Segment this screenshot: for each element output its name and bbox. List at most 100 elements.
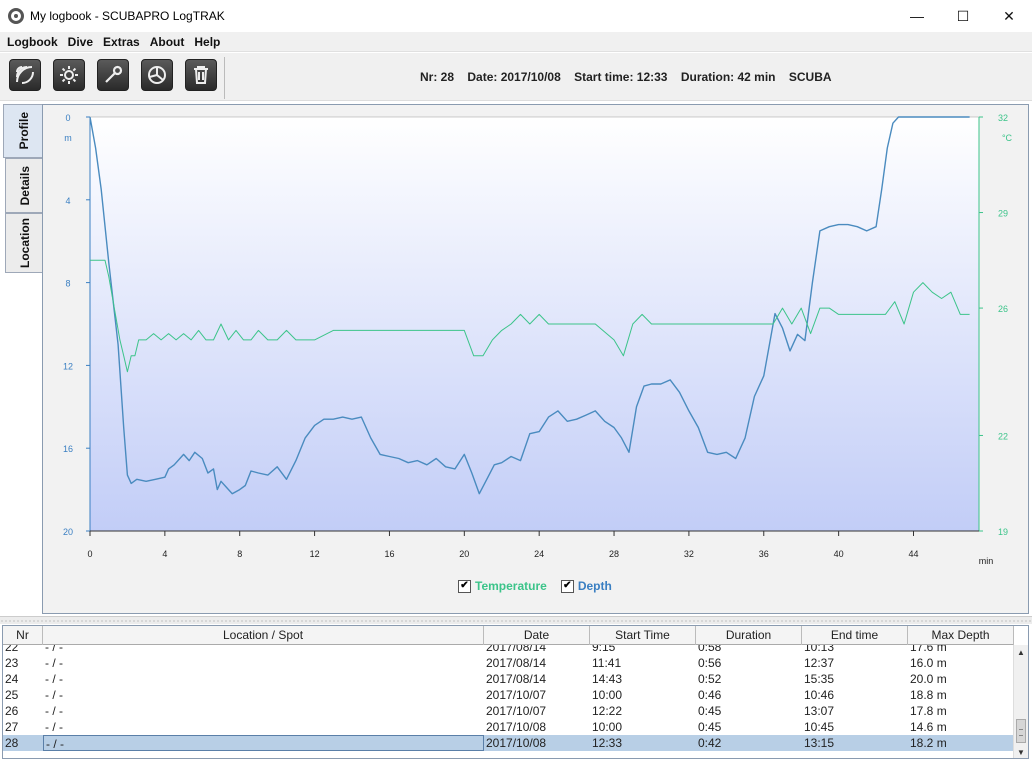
- cell-nr: 27: [5, 720, 19, 734]
- close-button[interactable]: ✕: [986, 0, 1032, 32]
- menu-help[interactable]: Help: [189, 35, 225, 49]
- cell-duration: 0:46: [698, 688, 722, 702]
- cell-nr: 28: [5, 736, 19, 750]
- temperature-checkbox[interactable]: ✔: [458, 579, 471, 593]
- table-row[interactable]: 27 - / - 2017/10/08 10:00 0:45 10:45 14.6 m: [3, 719, 1014, 735]
- menu-about[interactable]: About: [145, 35, 190, 49]
- cell-end-time: 10:46: [804, 688, 835, 702]
- cell-duration: 0:52: [698, 672, 722, 686]
- toolbar-separator: [224, 57, 225, 99]
- cell-start-time: 9:15: [592, 645, 616, 654]
- cell-location: - / -: [43, 735, 484, 751]
- depth-tick-label: 12: [63, 361, 73, 371]
- scroll-thumb[interactable]: [1016, 719, 1026, 743]
- cell-nr: 25: [5, 688, 19, 702]
- statistics-pie-icon: [148, 66, 166, 84]
- menu-logbook[interactable]: Logbook: [2, 35, 63, 49]
- temperature-tick-label: 19: [998, 527, 1008, 537]
- chart-legend: ✔ Temperature ✔ Depth: [458, 579, 612, 593]
- dive-info: Nr: 28 Date: 2017/10/08 Start time: 12:3…: [420, 70, 842, 84]
- tab-location[interactable]: Location: [5, 213, 43, 273]
- dive-list-table: Nr Location / Spot Date Start Time Durat…: [2, 625, 1029, 759]
- scroll-up-icon[interactable]: ▲: [1014, 645, 1028, 659]
- menu-dive[interactable]: Dive: [63, 35, 98, 49]
- table-body: 22 - / - 2017/08/14 9:15 0:58 10:13 17.6 m 23 - …: [3, 645, 1014, 758]
- toolbar: Nr: 28 Date: 2017/10/08 Start time: 12:3…: [0, 53, 1032, 101]
- time-tick-label: 20: [459, 549, 469, 559]
- table-row[interactable]: 24 - / - 2017/08/14 14:43 0:52 15:35 20.0 m: [3, 671, 1014, 687]
- cell-start-time: 12:22: [592, 704, 623, 718]
- temperature-tick-label: 29: [998, 209, 1008, 219]
- panel-splitter[interactable]: [0, 616, 1032, 624]
- time-tick-label: 28: [609, 549, 619, 559]
- download-dives-button[interactable]: [9, 59, 41, 91]
- cell-duration: 0:42: [698, 736, 722, 750]
- time-tick-label: 36: [759, 549, 769, 559]
- column-header-duration[interactable]: Duration: [696, 626, 802, 645]
- dive-type: SCUBA: [788, 70, 832, 84]
- cell-date: 2017/10/08: [486, 736, 547, 750]
- table-row[interactable]: 26 - / - 2017/10/07 12:22 0:45 13:07 17.8 m: [3, 703, 1014, 719]
- cell-duration: 0:45: [698, 704, 722, 718]
- dive-number: Nr: 28: [420, 70, 455, 84]
- column-header-start-time[interactable]: Start Time: [590, 626, 696, 645]
- legend-temperature: Temperature: [475, 579, 547, 593]
- table-row[interactable]: 28 - / -2017/10/08 12:33 0:42 13:15 18.2 m: [3, 735, 1014, 751]
- cell-location: - / -: [45, 656, 63, 670]
- plot-area: [89, 116, 980, 532]
- dive-start-time: Start time: 12:33: [574, 70, 668, 84]
- dive-duration: Duration: 42 min: [680, 70, 776, 84]
- settings-gear-icon: [60, 66, 78, 84]
- cell-max-depth: 17.6 m: [910, 645, 947, 654]
- column-header-nr[interactable]: Nr: [3, 626, 43, 645]
- scroll-down-icon[interactable]: ▼: [1014, 745, 1028, 758]
- cell-duration: 0:45: [698, 720, 722, 734]
- cell-nr: 22: [5, 645, 19, 654]
- tab-profile[interactable]: Profile: [3, 104, 43, 158]
- cell-date: 2017/08/14: [486, 672, 547, 686]
- cell-date: 2017/10/07: [486, 688, 547, 702]
- cell-date: 2017/08/14: [486, 656, 547, 670]
- depth-tick-label: 4: [65, 196, 70, 206]
- cell-start-time: 12:33: [592, 736, 623, 750]
- tools-button[interactable]: [97, 59, 129, 91]
- cell-max-depth: 14.6 m: [910, 720, 947, 734]
- table-row[interactable]: 25 - / - 2017/10/07 10:00 0:46 10:46 18.8 m: [3, 687, 1014, 703]
- column-header-max-depth[interactable]: Max Depth: [908, 626, 1014, 645]
- time-tick-label: 16: [384, 549, 394, 559]
- cell-end-time: 15:35: [804, 672, 835, 686]
- delete-button[interactable]: [185, 59, 217, 91]
- temperature-tick-label: 26: [998, 304, 1008, 314]
- cell-nr: 23: [5, 656, 19, 670]
- window-title: My logbook - SCUBAPRO LogTRAK: [30, 9, 225, 23]
- minimize-button[interactable]: —: [894, 0, 940, 32]
- cell-duration: 0:58: [698, 645, 722, 654]
- temperature-tick-label: 22: [998, 431, 1008, 441]
- time-tick-label: 44: [908, 549, 918, 559]
- time-tick-label: 8: [237, 549, 242, 559]
- statistics-button[interactable]: [141, 59, 173, 91]
- delete-trash-icon: [194, 66, 208, 84]
- dive-profile-chart: 0 4 8 12 16 20 m 19 22 26 29 32 °C 0 4 8 12 16 20 24 28 32 36 4…: [42, 104, 1029, 614]
- cell-max-depth: 18.2 m: [910, 736, 947, 750]
- settings-button[interactable]: [53, 59, 85, 91]
- column-header-date[interactable]: Date: [484, 626, 590, 645]
- profile-chart-svg: 0 4 8 12 16 20 m 19 22 26 29 32 °C 0 4 8 12 16 20 24 28 32 36 4…: [63, 113, 1013, 566]
- app-logo-icon: [8, 8, 24, 24]
- time-tick-label: 40: [834, 549, 844, 559]
- time-unit-label: min: [979, 556, 994, 566]
- cell-max-depth: 17.8 m: [910, 704, 947, 718]
- table-scrollbar[interactable]: ▲ ▼: [1013, 645, 1028, 758]
- tab-details[interactable]: Details: [5, 158, 43, 213]
- maximize-button[interactable]: ☐: [940, 0, 986, 32]
- temperature-tick-label: 32: [998, 113, 1008, 123]
- depth-checkbox[interactable]: ✔: [560, 579, 574, 593]
- column-header-end-time[interactable]: End time: [802, 626, 908, 645]
- column-header-location[interactable]: Location / Spot: [43, 626, 484, 645]
- menu-extras[interactable]: Extras: [98, 35, 145, 49]
- cell-location: - / -: [45, 688, 63, 702]
- time-tick-label: 4: [162, 549, 167, 559]
- table-row[interactable]: 22 - / - 2017/08/14 9:15 0:58 10:13 17.6 m: [3, 645, 1014, 655]
- table-row[interactable]: 23 - / - 2017/08/14 11:41 0:56 12:37 16.0 m: [3, 655, 1014, 671]
- cell-start-time: 14:43: [592, 672, 623, 686]
